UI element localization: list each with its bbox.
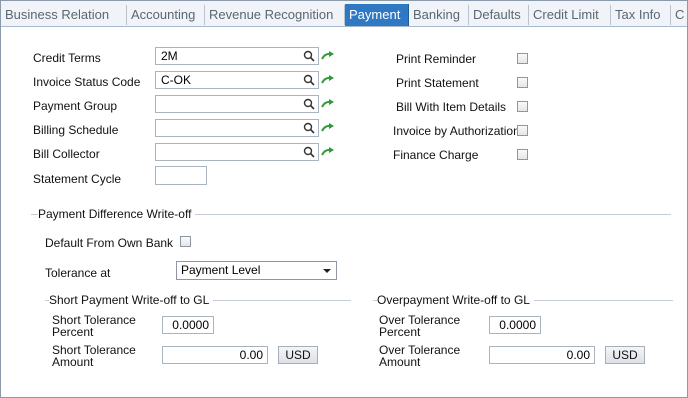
over-tolerance-amount-input[interactable]: 0.00 (489, 346, 595, 364)
short-tolerance-percent-label: Short Tolerance Percent (52, 314, 136, 338)
over-writeoff-title: Overpayment Write-off to GL (377, 293, 534, 307)
finance-charge-checkbox[interactable] (517, 149, 528, 160)
payment-group-label: Payment Group (33, 99, 118, 113)
short-tolerance-amount-input[interactable]: 0.00 (162, 346, 268, 364)
bill-collector-label: Bill Collector (33, 147, 100, 161)
green-arrow-icon[interactable] (321, 122, 335, 134)
invoice-status-code-field[interactable]: C-OK (155, 71, 319, 89)
tab-business-relation[interactable]: Business Relation (1, 5, 127, 25)
print-reminder-label: Print Reminder (396, 52, 477, 66)
chevron-down-icon (323, 269, 331, 273)
statement-cycle-field[interactable] (155, 166, 207, 185)
over-currency-button[interactable]: USD (605, 346, 645, 364)
green-arrow-icon[interactable] (321, 98, 335, 110)
magnifier-icon[interactable] (303, 74, 315, 86)
green-arrow-icon[interactable] (321, 74, 335, 86)
bill-with-item-details-label: Bill With Item Details (396, 100, 507, 114)
payment-form: Business Relation Accounting Revenue Rec… (0, 0, 688, 398)
tab-accounting[interactable]: Accounting (127, 5, 205, 25)
finance-charge-label: Finance Charge (393, 148, 479, 162)
magnifier-icon[interactable] (303, 146, 315, 158)
invoice-status-code-value: C-OK (161, 73, 191, 87)
green-arrow-icon[interactable] (321, 50, 335, 62)
tab-bar: Business Relation Accounting Revenue Rec… (1, 1, 687, 27)
magnifier-icon[interactable] (303, 98, 315, 110)
credit-terms-field[interactable]: 2M (155, 47, 319, 65)
short-tolerance-percent-label-line2: Percent (52, 325, 94, 339)
tab-payment[interactable]: Payment (345, 4, 409, 26)
default-from-own-bank-label: Default From Own Bank (45, 236, 174, 250)
credit-terms-label: Credit Terms (33, 51, 101, 65)
tab-credit-limit[interactable]: Credit Limit (529, 5, 611, 25)
billing-schedule-field[interactable] (155, 119, 319, 137)
magnifier-icon[interactable] (303, 50, 315, 62)
green-arrow-icon[interactable] (321, 146, 335, 158)
tab-banking[interactable]: Banking (409, 5, 469, 25)
over-tolerance-percent-input[interactable]: 0.0000 (489, 316, 541, 334)
bill-with-item-details-checkbox[interactable] (517, 101, 528, 112)
tolerance-at-select[interactable]: Payment Level (176, 261, 337, 280)
bill-collector-field[interactable] (155, 143, 319, 161)
print-reminder-checkbox[interactable] (517, 53, 528, 64)
short-tolerance-percent-input[interactable]: 0.0000 (162, 316, 214, 334)
over-tolerance-percent-label-line2: Percent (379, 325, 421, 339)
tab-c[interactable]: C (671, 5, 687, 25)
tab-defaults[interactable]: Defaults (469, 5, 529, 25)
invoice-status-code-label: Invoice Status Code (33, 75, 141, 89)
statement-cycle-label: Statement Cycle (33, 172, 122, 186)
short-tolerance-amount-label: Short Tolerance Amount (52, 344, 136, 368)
invoice-by-authorization-checkbox[interactable] (517, 125, 528, 136)
short-writeoff-title: Short Payment Write-off to GL (49, 293, 214, 307)
short-tolerance-amount-label-line2: Amount (52, 355, 94, 369)
tab-tax-info[interactable]: Tax Info (611, 5, 671, 25)
tab-revenue-recognition[interactable]: Revenue Recognition (205, 5, 345, 25)
billing-schedule-label: Billing Schedule (33, 123, 119, 137)
print-statement-label: Print Statement (396, 76, 479, 90)
tolerance-at-value: Payment Level (181, 263, 261, 277)
tolerance-at-label: Tolerance at (45, 266, 111, 280)
magnifier-icon[interactable] (303, 122, 315, 134)
over-tolerance-percent-label: Over Tolerance Percent (379, 314, 460, 338)
writeoff-section-title: Payment Difference Write-off (38, 207, 196, 221)
payment-group-field[interactable] (155, 95, 319, 113)
over-tolerance-amount-label: Over Tolerance Amount (379, 344, 460, 368)
credit-terms-value: 2M (161, 49, 178, 63)
short-currency-button[interactable]: USD (278, 346, 318, 364)
invoice-by-authorization-label: Invoice by Authorization (393, 124, 520, 138)
print-statement-checkbox[interactable] (517, 77, 528, 88)
over-tolerance-amount-label-line2: Amount (379, 355, 421, 369)
default-from-own-bank-checkbox[interactable] (180, 236, 191, 247)
